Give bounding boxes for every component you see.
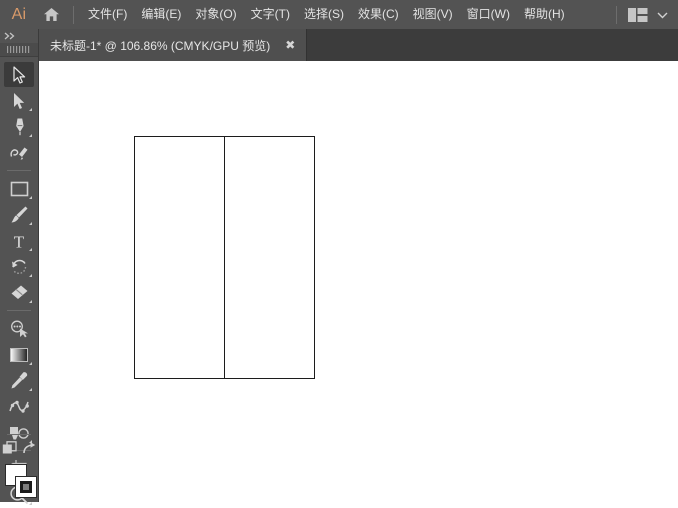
- rotate-tool[interactable]: [4, 254, 34, 279]
- menu-items: 文件(F) 编辑(E) 对象(O) 文字(T) 选择(S) 效果(C) 视图(V…: [81, 0, 572, 29]
- double-chevron-right-icon[interactable]: [0, 29, 38, 43]
- document-tab-title: 未标题-1* @ 106.86% (CMYK/GPU 预览): [50, 38, 271, 53]
- menubar-divider-right: [616, 5, 617, 24]
- document-tab-bar: 未标题-1* @ 106.86% (CMYK/GPU 预览) ✖: [0, 29, 678, 61]
- tool-flyout-corner-icon: [29, 248, 32, 251]
- tool-group-divider: [7, 434, 31, 435]
- tool-flyout-corner-icon: [29, 196, 32, 199]
- tool-flyout-corner-icon: [29, 274, 32, 277]
- close-icon[interactable]: ✖: [284, 39, 296, 51]
- app-logo: Ai: [11, 5, 27, 23]
- shape-builder-tool[interactable]: [4, 316, 34, 341]
- eraser-tool[interactable]: [4, 280, 34, 305]
- menu-bar: Ai 文件(F) 编辑(E) 对象(O) 文字(T) 选择(S) 效果(C) 视…: [0, 0, 678, 29]
- arrange-documents-icon[interactable]: [628, 7, 648, 22]
- menu-item-object[interactable]: 对象(O): [188, 0, 243, 29]
- toolpanel-bottom: [0, 430, 38, 502]
- type-tool[interactable]: T: [4, 228, 34, 253]
- drag-grip-icon[interactable]: [0, 43, 38, 57]
- stroke-swatch-inner: [20, 481, 32, 493]
- tool-flyout-corner-icon: [29, 108, 32, 111]
- tool-group-divider: [7, 170, 31, 171]
- tool-flyout-corner-icon: [29, 362, 32, 365]
- home-icon[interactable]: [38, 7, 64, 22]
- screen-mode-icon[interactable]: [2, 441, 18, 461]
- svg-text:T: T: [14, 232, 25, 250]
- tool-flyout-corner-icon: [29, 388, 32, 391]
- rectangle-right[interactable]: [224, 136, 315, 379]
- menu-item-type[interactable]: 文字(T): [244, 0, 297, 29]
- toolpanel-bottom-row: [0, 440, 38, 462]
- menu-divider: [73, 5, 74, 24]
- illustrator-window: Ai 文件(F) 编辑(E) 对象(O) 文字(T) 选择(S) 效果(C) 视…: [0, 0, 678, 505]
- selection-tool[interactable]: [4, 62, 34, 87]
- stroke-swatch[interactable]: [15, 476, 37, 498]
- reset-arrow-icon[interactable]: [22, 441, 36, 461]
- menu-item-file[interactable]: 文件(F): [81, 0, 134, 29]
- blend-tool[interactable]: [4, 394, 34, 419]
- tool-flyout-corner-icon: [29, 222, 32, 225]
- menubar-right-cluster: [616, 5, 678, 24]
- menu-item-view[interactable]: 视图(V): [406, 0, 460, 29]
- menu-item-effect[interactable]: 效果(C): [351, 0, 406, 29]
- curvature-tool[interactable]: [4, 140, 34, 165]
- tool-flyout-corner-icon: [29, 134, 32, 137]
- eyedropper-tool[interactable]: [4, 368, 34, 393]
- menu-item-help[interactable]: 帮助(H): [517, 0, 572, 29]
- document-tab[interactable]: 未标题-1* @ 106.86% (CMYK/GPU 预览) ✖: [38, 29, 308, 61]
- tool-flyout-corner-icon: [29, 502, 32, 505]
- direct-selection-tool[interactable]: [4, 88, 34, 113]
- menu-item-window[interactable]: 窗口(W): [460, 0, 517, 29]
- paintbrush-tool[interactable]: [4, 202, 34, 227]
- menu-item-select[interactable]: 选择(S): [297, 0, 351, 29]
- document-canvas[interactable]: [38, 61, 678, 502]
- pen-tool[interactable]: [4, 114, 34, 139]
- rectangle-tool[interactable]: [4, 176, 34, 201]
- menu-item-edit[interactable]: 编辑(E): [134, 0, 188, 29]
- fill-stroke-control: [0, 462, 38, 502]
- rectangle-left[interactable]: [134, 136, 225, 379]
- tool-flyout-corner-icon: [29, 300, 32, 303]
- tools-panel: T: [0, 29, 39, 505]
- tool-group-divider: [7, 310, 31, 311]
- gradient-tool[interactable]: [4, 342, 34, 367]
- chevron-down-icon[interactable]: [657, 11, 668, 19]
